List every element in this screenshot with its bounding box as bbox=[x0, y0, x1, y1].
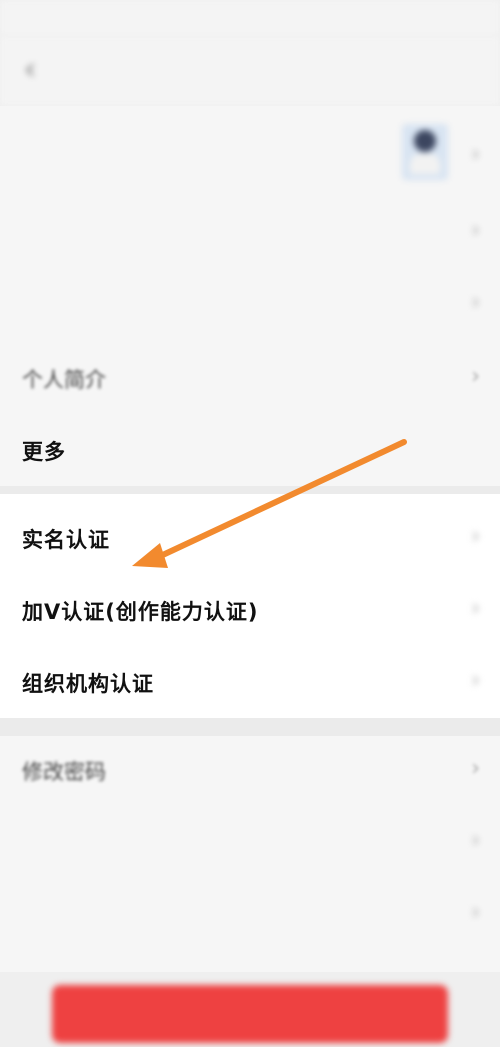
row-label: 加V认证(创作能力认证) bbox=[22, 600, 259, 624]
real-name-verification-row[interactable]: 实名认证 › bbox=[0, 504, 500, 576]
section-divider bbox=[0, 718, 500, 736]
chevron-right-icon: › bbox=[471, 900, 480, 925]
v-verification-row[interactable]: 加V认证(创作能力认证) › bbox=[0, 576, 500, 648]
nav-bar: ‹ bbox=[0, 36, 500, 106]
change-password-row[interactable]: 修改密码 › bbox=[0, 736, 500, 808]
username-row[interactable]: › bbox=[0, 198, 500, 270]
chevron-right-icon: › bbox=[471, 142, 480, 167]
row-label: 更多 bbox=[22, 440, 66, 464]
row-label: 组织机构认证 bbox=[22, 672, 154, 696]
more-row[interactable]: 更多 bbox=[0, 416, 500, 488]
status-bar bbox=[0, 0, 500, 36]
profile-section: › › › 个人简介 › 更多 bbox=[0, 106, 500, 486]
row-label: 实名认证 bbox=[22, 528, 110, 552]
section-divider bbox=[0, 486, 500, 494]
phone-row[interactable]: › bbox=[0, 808, 500, 880]
chevron-right-icon: › bbox=[471, 596, 480, 621]
organization-verification-row[interactable]: 组织机构认证 › bbox=[0, 648, 500, 720]
avatar-row[interactable]: › bbox=[0, 114, 500, 194]
bio-row[interactable]: 个人简介 › bbox=[0, 344, 500, 416]
chevron-right-icon: › bbox=[471, 828, 480, 853]
submit-button[interactable] bbox=[52, 985, 448, 1043]
chevron-right-icon: › bbox=[471, 364, 480, 389]
chevron-right-icon: › bbox=[471, 218, 480, 243]
avatar bbox=[402, 124, 448, 180]
chevron-left-icon[interactable]: ‹ bbox=[12, 50, 48, 90]
signature-row[interactable]: › bbox=[0, 270, 500, 342]
row-label: 个人简介 bbox=[22, 368, 106, 392]
email-row[interactable]: › bbox=[0, 880, 500, 952]
security-section: 修改密码 › › › bbox=[0, 736, 500, 972]
chevron-right-icon: › bbox=[471, 668, 480, 693]
chevron-right-icon: › bbox=[471, 756, 480, 781]
chevron-right-icon: › bbox=[471, 524, 480, 549]
verification-section: 实名认证 › 加V认证(创作能力认证) › 组织机构认证 › bbox=[0, 494, 500, 718]
row-label: 修改密码 bbox=[22, 760, 106, 784]
chevron-right-icon: › bbox=[471, 290, 480, 315]
